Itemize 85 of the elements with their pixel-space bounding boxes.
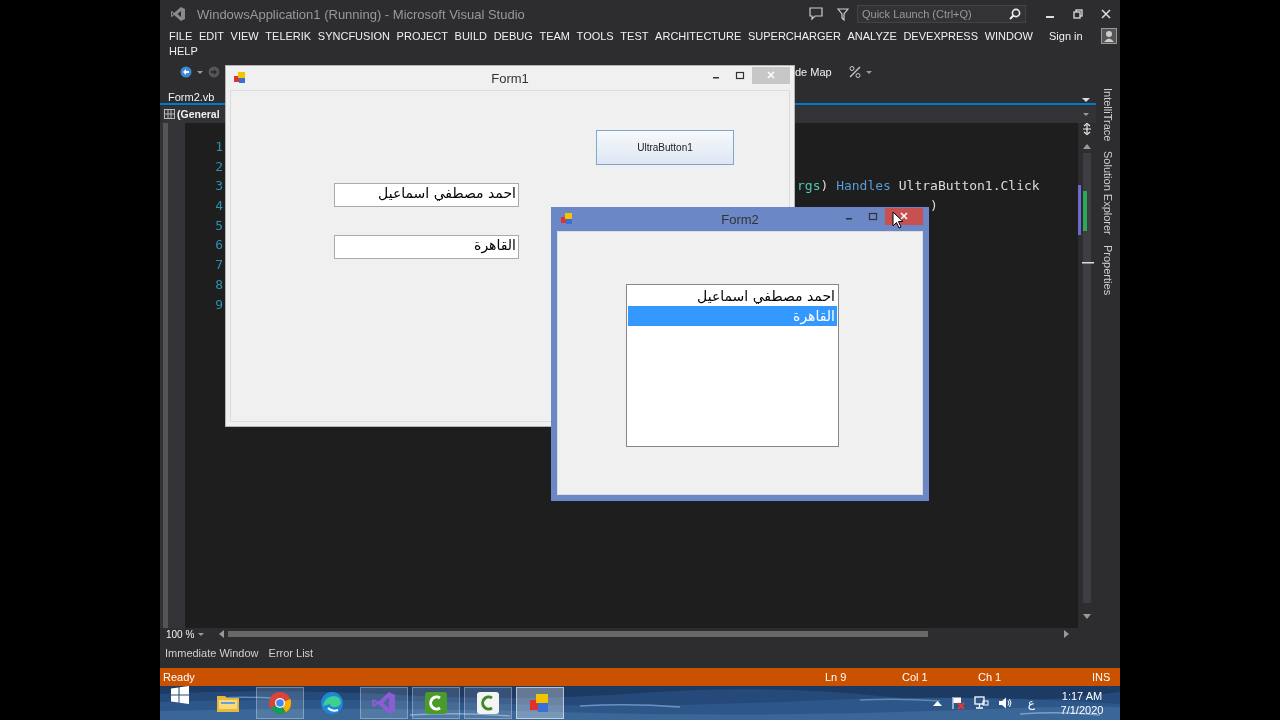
menu-item[interactable]: DEBUG bbox=[493, 29, 533, 42]
line-number: 9 bbox=[214, 295, 223, 314]
grid-icon bbox=[164, 109, 175, 120]
menu-item[interactable]: DEVEXPRESS bbox=[903, 29, 978, 42]
insert-mode-indicator: INS bbox=[1092, 671, 1111, 683]
filter-icon[interactable] bbox=[837, 7, 849, 21]
menu-item[interactable]: SYNCFUSION bbox=[317, 29, 390, 42]
status-text: Ready bbox=[163, 671, 195, 683]
close-icon[interactable] bbox=[1101, 9, 1111, 19]
zoom-dropdown[interactable]: 100 % bbox=[166, 628, 195, 640]
menu-item[interactable]: HELP bbox=[169, 44, 198, 57]
restore-icon[interactable] bbox=[1073, 9, 1083, 19]
code-line: rgs) Handles UltraButton1.Click bbox=[797, 178, 1040, 194]
ribbon-logo-icon bbox=[170, 6, 186, 22]
percent-icon[interactable] bbox=[847, 65, 862, 79]
wave-browser-icon[interactable] bbox=[319, 690, 345, 716]
maximize-icon bbox=[735, 71, 745, 81]
menu-item[interactable]: TOOLS bbox=[576, 29, 614, 42]
dropdown-caret-icon[interactable] bbox=[864, 68, 873, 76]
list-box[interactable]: احمد مصطفي اسماعيل القاهرة bbox=[626, 284, 839, 447]
menu-item[interactable]: BUILD bbox=[454, 29, 487, 42]
menu-item[interactable]: FILE bbox=[169, 29, 193, 42]
taskbar-app[interactable] bbox=[464, 687, 512, 719]
overflow-caret-icon[interactable] bbox=[1082, 96, 1090, 103]
scope-dropdown[interactable]: (General bbox=[177, 108, 220, 121]
rounded-c-icon[interactable] bbox=[423, 690, 449, 716]
language-indicator[interactable]: ع bbox=[1027, 696, 1035, 710]
line-indicator: Ln 9 bbox=[825, 671, 847, 683]
code-line: ) bbox=[930, 198, 938, 214]
feedback-icon[interactable] bbox=[809, 7, 823, 21]
line-number: 3 bbox=[214, 177, 223, 196]
quick-launch-field[interactable]: Quick Launch (Ctrl+Q) bbox=[857, 5, 1026, 23]
mouse-cursor-icon bbox=[892, 211, 904, 229]
line-number: 2 bbox=[214, 157, 223, 176]
document-tab[interactable]: Form2.vb bbox=[168, 90, 215, 105]
search-icon bbox=[1009, 8, 1021, 20]
flag-icon[interactable] bbox=[950, 696, 965, 710]
network-icon[interactable] bbox=[973, 696, 989, 710]
taskbar-app[interactable] bbox=[412, 687, 460, 719]
menu-item[interactable]: PROJECT bbox=[396, 29, 448, 42]
app-icon bbox=[234, 72, 246, 84]
side-tab[interactable]: IntelliTrace bbox=[1102, 88, 1114, 142]
line-number: 7 bbox=[214, 256, 223, 275]
dropdown-caret-icon[interactable] bbox=[196, 68, 204, 76]
line-number: 6 bbox=[214, 236, 223, 255]
close-icon bbox=[766, 70, 776, 80]
menu-item[interactable]: SUPERCHARGER bbox=[747, 29, 841, 42]
menu-item[interactable]: TEST bbox=[620, 29, 649, 42]
panel-tab[interactable]: Immediate Window bbox=[165, 647, 259, 659]
round-browser-icon[interactable] bbox=[267, 690, 293, 716]
sign-in-link[interactable]: Sign in bbox=[1049, 29, 1083, 42]
side-tab[interactable]: Solution Explorer bbox=[1102, 151, 1114, 236]
line-number: 4 bbox=[214, 197, 223, 216]
line-number: 5 bbox=[214, 216, 223, 235]
windows-icon[interactable] bbox=[171, 686, 189, 704]
clock-time[interactable]: 1:17 AM bbox=[1061, 689, 1103, 703]
menu-item[interactable]: ANALYZE bbox=[847, 29, 897, 42]
window-title: Form2 bbox=[721, 212, 759, 227]
menu-item[interactable]: TEAM bbox=[539, 29, 570, 42]
column-indicator: Col 1 bbox=[902, 671, 928, 683]
rounded-c-icon[interactable] bbox=[475, 690, 501, 716]
side-tab[interactable]: Properties bbox=[1102, 245, 1114, 296]
list-item[interactable]: احمد مصطفي اسماعيل bbox=[628, 286, 837, 306]
window-title: WindowsApplication1 (Running) - Microsoft Visual Studio bbox=[197, 6, 525, 22]
window-title: Form1 bbox=[491, 71, 529, 86]
dropdown-caret-icon[interactable] bbox=[197, 630, 206, 638]
back-icon[interactable] bbox=[180, 66, 192, 78]
taskbar-app[interactable] bbox=[256, 687, 304, 719]
close-icon bbox=[899, 211, 909, 221]
dropdown-caret-icon[interactable] bbox=[1082, 110, 1090, 118]
maximize-icon bbox=[868, 212, 878, 222]
menu-item[interactable]: EDIT bbox=[198, 29, 224, 42]
menu-item[interactable]: TELERIK bbox=[265, 29, 312, 42]
account-icon[interactable] bbox=[1100, 27, 1117, 44]
line-number: 8 bbox=[214, 275, 223, 294]
menu-item[interactable]: ARCHITECTURE bbox=[655, 29, 742, 42]
clock-date[interactable]: 7/1/2020 bbox=[1060, 703, 1104, 717]
app-icon bbox=[561, 213, 573, 225]
menu-item[interactable]: VIEW bbox=[230, 29, 259, 42]
menu-item[interactable]: WINDOW bbox=[984, 29, 1033, 42]
speaker-icon[interactable] bbox=[997, 696, 1013, 710]
toolbar-label[interactable]: de Map bbox=[795, 66, 832, 78]
line-number: 1 bbox=[214, 138, 223, 156]
panel-tab[interactable]: Error List bbox=[268, 647, 314, 659]
char-indicator: Ch 1 bbox=[978, 671, 1002, 683]
